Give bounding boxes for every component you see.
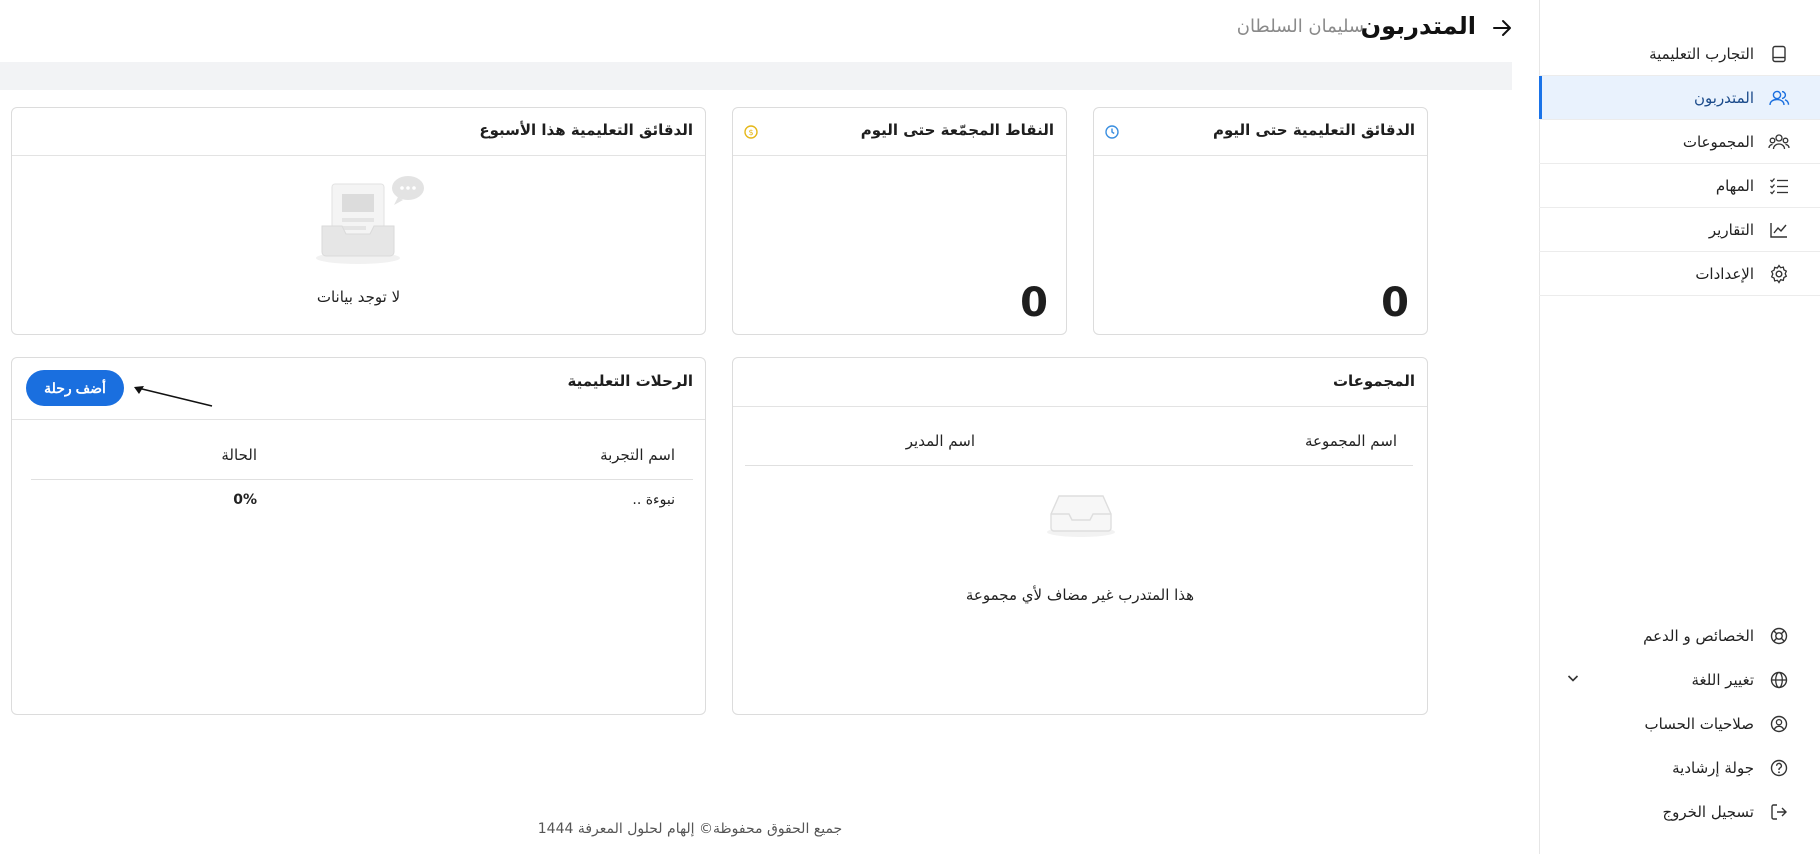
add-journey-button[interactable]: أضف رحلة xyxy=(26,370,124,406)
card-header: الدقائق التعليمية حتى اليوم xyxy=(1094,108,1427,156)
sidebar-item-label: المجموعات xyxy=(1682,132,1754,151)
stat-card-minutes-today: الدقائق التعليمية حتى اليوم 0 xyxy=(1093,107,1428,335)
empty-inbox-illustration xyxy=(310,168,430,272)
sidebar-item-groups[interactable]: المجموعات xyxy=(1539,120,1820,164)
page-header: المتدربون سليمان السلطان xyxy=(0,0,1539,62)
sidebar-item-label: التقارير xyxy=(1708,220,1754,239)
column-header-group-name: اسم المجموعة xyxy=(1305,432,1397,450)
empty-state-text: لا توجد بيانات xyxy=(316,288,401,306)
groups-card: المجموعات اسم المجموعة اسم المدير هذا ال… xyxy=(732,357,1428,715)
sidebar-item-label: المتدربون xyxy=(1694,88,1754,107)
logout-icon xyxy=(1768,801,1790,823)
users-icon xyxy=(1768,87,1790,109)
chevron-down-icon[interactable] xyxy=(1565,670,1581,690)
card-title: الرحلات التعليمية xyxy=(567,372,694,390)
page-title: المتدربون xyxy=(1360,12,1476,40)
table-divider xyxy=(745,465,1413,466)
footer: جميع الحقوق محفوظة© إلهام لحلول المعرفة … xyxy=(0,800,1512,854)
sidebar-item-account-permissions[interactable]: صلاحيات الحساب xyxy=(1539,702,1820,746)
arrow-annotation-icon xyxy=(132,384,216,414)
card-title: النقاط المجمّعة حتى اليوم xyxy=(860,121,1054,139)
card-title: الدقائق التعليمية هذا الأسبوع xyxy=(479,121,693,139)
trainee-name: سليمان السلطان xyxy=(1236,16,1364,37)
column-header-status: الحالة xyxy=(221,446,257,464)
svg-text:$: $ xyxy=(748,128,753,137)
sidebar-nav: التجارب التعليمية المتدربون المجموعات ال… xyxy=(1539,32,1820,296)
globe-icon xyxy=(1768,669,1790,691)
back-arrow-icon[interactable] xyxy=(1490,16,1514,40)
gear-icon xyxy=(1768,263,1790,285)
group-icon xyxy=(1768,131,1790,153)
table-divider xyxy=(31,479,693,480)
clock-icon xyxy=(1104,124,1120,140)
main-content: الدقائق التعليمية حتى اليوم 0 النقاط الم… xyxy=(0,90,1512,800)
sidebar-item-language[interactable]: تغيير اللغة xyxy=(1539,658,1820,702)
column-header-manager-name: اسم المدير xyxy=(905,432,975,450)
stat-card-minutes-week: الدقائق التعليمية هذا الأسبوع لا توجد بي… xyxy=(11,107,706,335)
user-circle-icon xyxy=(1768,713,1790,735)
sidebar-item-label: الخصائص و الدعم xyxy=(1643,627,1754,645)
help-icon xyxy=(1768,757,1790,779)
card-header: المجموعات xyxy=(733,358,1427,407)
sidebar-item-label: المهام xyxy=(1715,176,1754,195)
stat-card-points-today: النقاط المجمّعة حتى اليوم $ 0 xyxy=(732,107,1067,335)
sidebar-item-label: جولة إرشادية xyxy=(1672,759,1754,777)
card-header: النقاط المجمّعة حتى اليوم $ xyxy=(733,108,1066,156)
sidebar-bottom-menu: الخصائص و الدعم تغيير اللغة صلاحيات الحس… xyxy=(1539,614,1820,834)
checklist-icon xyxy=(1768,175,1790,197)
column-header-experience-name: اسم التجربة xyxy=(600,446,675,464)
stat-value: 0 xyxy=(1020,280,1048,326)
stat-value: 0 xyxy=(1381,280,1409,326)
sidebar-item-support[interactable]: الخصائص و الدعم xyxy=(1539,614,1820,658)
sidebar-item-label: تسجيل الخروج xyxy=(1662,803,1754,821)
coin-icon: $ xyxy=(743,124,759,140)
experience-name-cell: نبوءة .. xyxy=(632,492,675,508)
card-header: الرحلات التعليمية أضف رحلة xyxy=(12,358,705,420)
sidebar-item-experiences[interactable]: التجارب التعليمية xyxy=(1539,32,1820,76)
tablet-icon xyxy=(1768,43,1790,65)
card-header: الدقائق التعليمية هذا الأسبوع xyxy=(12,108,705,156)
chart-line-icon xyxy=(1768,219,1790,241)
sidebar-item-trainees[interactable]: المتدربون xyxy=(1539,76,1820,120)
status-cell: 0% xyxy=(233,492,257,508)
empty-tray-icon xyxy=(1045,490,1117,542)
sidebar-item-label: التجارب التعليمية xyxy=(1649,44,1754,63)
card-title: المجموعات xyxy=(1332,372,1415,390)
empty-state-text: هذا المتدرب غير مضاف لأي مجموعة xyxy=(965,586,1195,604)
sidebar-item-settings[interactable]: الإعدادات xyxy=(1539,252,1820,296)
card-title: الدقائق التعليمية حتى اليوم xyxy=(1212,121,1415,139)
sidebar-item-label: تغيير اللغة xyxy=(1691,671,1755,689)
journeys-card: الرحلات التعليمية أضف رحلة اسم التجربة ا… xyxy=(11,357,706,715)
sidebar-item-logout[interactable]: تسجيل الخروج xyxy=(1539,790,1820,834)
sidebar: التجارب التعليمية المتدربون المجموعات ال… xyxy=(1539,0,1820,854)
sidebar-item-guided-tour[interactable]: جولة إرشادية xyxy=(1539,746,1820,790)
copyright-text: جميع الحقوق محفوظة© إلهام لحلول المعرفة … xyxy=(537,821,843,837)
sidebar-item-tasks[interactable]: المهام xyxy=(1539,164,1820,208)
sidebar-item-reports[interactable]: التقارير xyxy=(1539,208,1820,252)
lifebuoy-icon xyxy=(1768,625,1790,647)
sidebar-item-label: صلاحيات الحساب xyxy=(1644,715,1754,733)
sidebar-item-label: الإعدادات xyxy=(1695,264,1754,283)
